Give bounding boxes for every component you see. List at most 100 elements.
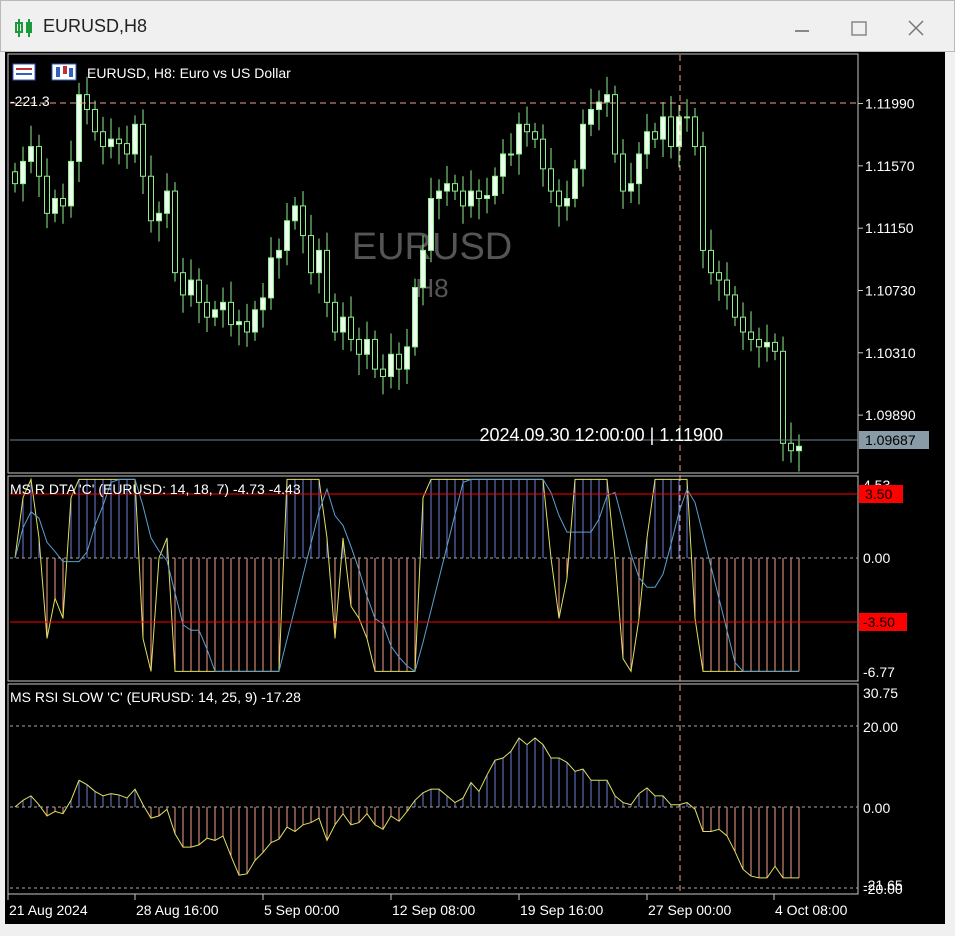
candle: [716, 260, 722, 301]
candle: [172, 182, 178, 282]
candle: [756, 327, 762, 368]
minimize-icon: [795, 30, 809, 32]
candle: [332, 293, 338, 341]
candle: [316, 238, 322, 294]
price-tick-label: 1.10310: [865, 345, 916, 361]
candle: [692, 107, 698, 156]
candle: [100, 116, 106, 165]
candle: [140, 109, 146, 195]
candle: [388, 333, 394, 389]
candle: [356, 327, 362, 376]
candle: [628, 162, 634, 203]
candle: [268, 237, 274, 310]
candle: [748, 311, 754, 352]
candle: [436, 179, 442, 220]
candle: [308, 214, 314, 285]
candle: [476, 179, 482, 220]
candle: [284, 202, 290, 266]
candle: [460, 176, 466, 224]
candle: [228, 281, 234, 337]
candle: [564, 180, 570, 221]
candle: [708, 229, 714, 285]
candle: [28, 125, 34, 174]
indicator1-tick-bottom: -6.77: [863, 664, 895, 680]
market-watch-icon[interactable]: [12, 63, 36, 81]
candle: [92, 100, 98, 141]
candle: [684, 99, 690, 132]
time-tick-label: 4 Oct 08:00: [775, 902, 848, 918]
candle: [724, 262, 730, 310]
minimize-button[interactable]: [787, 13, 817, 43]
candle: [660, 102, 666, 157]
indicator2-tick-top: 30.75: [863, 685, 898, 701]
candle: [340, 302, 346, 350]
candle: [516, 112, 522, 175]
current-price-value: 1.09687: [865, 432, 916, 448]
candle: [380, 354, 386, 395]
candle: [76, 82, 82, 183]
candle: [428, 177, 434, 263]
candle: [276, 238, 282, 279]
candle: [644, 113, 650, 169]
time-tick-label: 19 Sep 16:00: [520, 902, 604, 918]
candle: [492, 167, 498, 205]
time-tick-label: 28 Aug 16:00: [136, 902, 219, 918]
level-label: -221.3: [10, 93, 50, 109]
candle: [556, 179, 562, 227]
time-tick-label: 27 Sep 00:00: [648, 902, 732, 918]
candle: [156, 201, 162, 242]
candle: [636, 142, 642, 205]
candle: [780, 336, 786, 462]
candle: [236, 309, 242, 346]
indicator2-tick-zero: 0.00: [863, 800, 890, 816]
maximize-button[interactable]: [844, 13, 874, 43]
candle: [372, 330, 378, 379]
candle: [668, 96, 674, 159]
indicator1-lower-value: -3.50: [863, 614, 895, 630]
close-button[interactable]: [901, 13, 931, 43]
candle: [84, 76, 90, 125]
candle: [468, 170, 474, 218]
candle: [116, 127, 122, 165]
candle: [444, 165, 450, 206]
window-titlebar: EURUSD,H8: [0, 0, 955, 52]
candle: [764, 324, 770, 362]
indicator1-tick-zero: 0.00: [863, 550, 890, 566]
price-chart[interactable]: EURUSD H8 EURUSD, H8: Euro vs US Dollar …: [5, 52, 945, 924]
candle: [44, 158, 50, 229]
candle: [508, 133, 514, 166]
price-tick-label: 1.11990: [865, 96, 915, 112]
candle: [324, 232, 330, 318]
candle: [124, 125, 130, 169]
time-axis[interactable]: 21 Aug 2024 28 Aug 16:00 5 Sep 00:00 12 Sep…: [7, 894, 848, 918]
candle: [620, 139, 626, 209]
price-tick-label: 1.11150: [865, 220, 914, 236]
candle: [604, 76, 610, 117]
candle: [524, 106, 530, 147]
candles: [12, 76, 802, 472]
candle: [396, 342, 402, 390]
candlestick-icon: [15, 19, 32, 37]
candle: [500, 139, 506, 195]
candle: [164, 173, 170, 229]
candle: [148, 155, 154, 233]
candle: [548, 148, 554, 203]
candle: [108, 118, 114, 159]
candle: [540, 124, 546, 187]
candle: [484, 177, 490, 214]
indicator2-tick-bottom-b: -20.00: [863, 881, 903, 897]
price-tick-label: 1.09890: [865, 407, 916, 423]
candle: [612, 85, 618, 163]
candle: [244, 303, 250, 347]
candle: [204, 284, 210, 333]
time-tick-label: 5 Sep 00:00: [264, 902, 340, 918]
candle: [196, 268, 202, 324]
price-tick-label: 1.10730: [865, 282, 916, 298]
chart-window[interactable]: EURUSD H8 EURUSD, H8: Euro vs US Dollar …: [5, 52, 945, 924]
candle: [60, 183, 66, 224]
candle: [188, 259, 194, 307]
candle: [364, 321, 370, 370]
chart-header-label: EURUSD, H8: Euro vs US Dollar: [87, 65, 291, 81]
close-icon: [908, 20, 924, 36]
price-axis[interactable]: 1.11990 1.11570 1.11150 1.10730 1.10310 1.098…: [858, 96, 916, 424]
